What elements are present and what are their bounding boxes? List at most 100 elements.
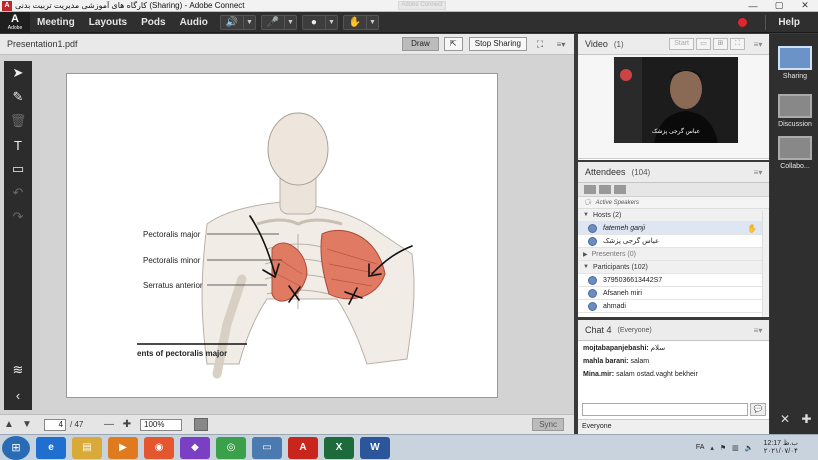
host-user-icon	[588, 223, 597, 233]
attendee-row[interactable]: عباس گرجی پزشک	[578, 235, 769, 248]
participants-section[interactable]: ▼ Participants (102)	[578, 261, 769, 274]
menu-layouts[interactable]: Layouts	[82, 17, 134, 28]
undo-icon[interactable]: ↶	[4, 181, 32, 205]
chat-sender: mahla barani:	[583, 358, 629, 365]
network-icon[interactable]: ▥	[732, 444, 739, 452]
slide-caption: ents of pectoralis major	[137, 349, 227, 358]
label-pectoralis-minor: Pectoralis minor	[143, 256, 201, 265]
attendee-name: Afsaneh miri	[603, 289, 642, 297]
layout-label: Discussion	[778, 121, 812, 128]
record-icon[interactable]	[738, 17, 748, 27]
pod-options-icon[interactable]: ≡▾	[548, 40, 574, 49]
stop-sharing-button[interactable]: Stop Sharing	[468, 37, 527, 51]
selection-tool-icon[interactable]: ➤	[4, 61, 32, 85]
attendee-row[interactable]: 3795036613442S7	[578, 274, 769, 287]
collapse-toolbar-icon[interactable]: ‹	[4, 383, 32, 407]
pod-options-icon[interactable]: ≡▾	[747, 168, 769, 177]
marker-tool-icon[interactable]: ✎	[4, 85, 32, 109]
text-tool-icon[interactable]: T	[4, 133, 32, 157]
chat-input[interactable]	[582, 403, 748, 416]
hosts-label: Hosts (2)	[592, 211, 622, 219]
tools-icon[interactable]: ✕	[780, 412, 790, 426]
hosts-section[interactable]: ▼ Hosts (2)	[578, 209, 769, 222]
layout-collaboration[interactable]: Collabo...	[776, 136, 814, 170]
layout-icon[interactable]: ⊞	[713, 38, 728, 50]
clock[interactable]: 12:17 ب.ظ ۲۰۲۱/۰۷/۰۴	[764, 440, 798, 456]
pod-options-icon[interactable]: ≡▾	[747, 326, 769, 335]
flag-icon[interactable]: ⚑	[720, 444, 726, 452]
presenters-label: Presenters (0)	[591, 250, 636, 258]
word-icon[interactable]: W	[360, 436, 390, 459]
attendee-scrollbar[interactable]	[762, 211, 769, 317]
chat-recipient-selector[interactable]: Everyone	[578, 419, 769, 434]
chevron-down-icon[interactable]: ▼	[283, 15, 296, 29]
zoom-in-icon[interactable]: ✚	[118, 419, 136, 430]
fullscreen-icon[interactable]: ⛶	[532, 39, 548, 50]
chat-pod-header: Chat 4 (Everyone) ≡▾	[578, 320, 769, 341]
attendee-row[interactable]: Afsaneh miri	[578, 287, 769, 300]
pod-options-icon[interactable]: ≡▾	[747, 40, 769, 49]
delete-icon[interactable]: 🗑	[4, 109, 32, 133]
attendee-row[interactable]: ahmadi	[578, 300, 769, 313]
anatomy-illustration: Pectoralis major Pectoralis minor Serrat…	[137, 112, 415, 379]
list-view-icon[interactable]	[584, 185, 596, 194]
visual-studio-icon[interactable]: ◆	[180, 436, 210, 459]
clock-time: 12:17 ب.ظ	[763, 439, 798, 447]
help-menu[interactable]: Help	[774, 17, 818, 28]
redo-icon[interactable]: ↷	[4, 205, 32, 229]
acrobat-icon[interactable]: A	[288, 436, 318, 459]
menu-audio[interactable]: Audio	[173, 17, 215, 28]
start-button-icon[interactable]: ⊞	[2, 435, 30, 460]
close-icon[interactable]: ✕	[792, 0, 818, 11]
menu-pods[interactable]: Pods	[134, 17, 172, 28]
attendee-view-toolbar	[578, 183, 769, 197]
presenters-section[interactable]: ▶ Presenters (0)	[578, 248, 769, 261]
page-number-input[interactable]: 4	[44, 418, 66, 431]
faded-window-tab: Adobe Connect	[398, 1, 446, 10]
sync-button[interactable]: Sync	[532, 418, 564, 431]
grid-view-icon[interactable]	[599, 185, 611, 194]
media-player-icon[interactable]: ▶	[108, 436, 138, 459]
volume-icon[interactable]: 🔈	[745, 444, 754, 452]
prev-page-icon[interactable]: ▲	[0, 419, 18, 430]
webcam-button[interactable]: ● ▼	[301, 14, 338, 30]
participant-user-icon	[588, 301, 597, 311]
chat-text: سلام	[648, 345, 666, 352]
chevron-down-icon[interactable]: ▼	[242, 15, 255, 29]
zoom-select[interactable]: 100%	[140, 418, 182, 431]
fullscreen-icon[interactable]: ⛶	[730, 38, 745, 50]
minimize-icon[interactable]: —	[740, 1, 766, 11]
attendee-row[interactable]: fatemeh ganji ✋	[578, 222, 769, 235]
chevron-down-icon[interactable]: ▼	[324, 15, 337, 29]
add-layout-icon[interactable]: ✚	[801, 412, 811, 426]
status-button[interactable]: ✋ ▼	[342, 14, 379, 30]
camera-settings-icon[interactable]: ▭	[696, 38, 711, 50]
annotate-button[interactable]: ⇱	[443, 37, 463, 51]
microphone-button[interactable]: 🎤 ▼	[260, 14, 297, 30]
layout-sharing[interactable]: Sharing	[776, 46, 814, 80]
start-webcam-button[interactable]: Start	[669, 38, 694, 50]
zoom-out-icon[interactable]: —	[100, 419, 118, 430]
layout-discussion[interactable]: Discussion	[776, 94, 814, 128]
camera-name-label: عباس گرجی پزشک	[651, 129, 701, 135]
chrome-icon[interactable]: ◎	[216, 436, 246, 459]
layers-icon[interactable]: ≋	[4, 358, 32, 382]
send-message-icon[interactable]: 💬	[750, 403, 766, 416]
internet-explorer-icon[interactable]: e	[36, 436, 66, 459]
chevron-down-icon[interactable]: ▼	[365, 15, 378, 29]
sort-icon[interactable]	[614, 185, 626, 194]
next-page-icon[interactable]: ▼	[18, 419, 36, 430]
speaker-button[interactable]: 🔊 ▼	[219, 14, 256, 30]
tray-expand-icon[interactable]: ▴	[710, 444, 714, 452]
draw-button[interactable]: Draw	[402, 37, 439, 51]
fit-page-icon[interactable]	[194, 418, 208, 431]
excel-icon[interactable]: X	[324, 436, 354, 459]
menu-meeting[interactable]: Meeting	[30, 17, 82, 28]
firefox-icon[interactable]: ◉	[144, 436, 174, 459]
language-indicator[interactable]: FA	[696, 444, 705, 451]
shape-tool-icon[interactable]: ▭	[4, 157, 32, 181]
share-pod: Presentation1.pdf Draw ⇱ Stop Sharing ⛶ …	[0, 34, 574, 434]
maximize-icon[interactable]: ▢	[766, 0, 792, 11]
window-switcher-icon[interactable]: ▭	[252, 436, 282, 459]
file-explorer-icon[interactable]: ▤	[72, 436, 102, 459]
